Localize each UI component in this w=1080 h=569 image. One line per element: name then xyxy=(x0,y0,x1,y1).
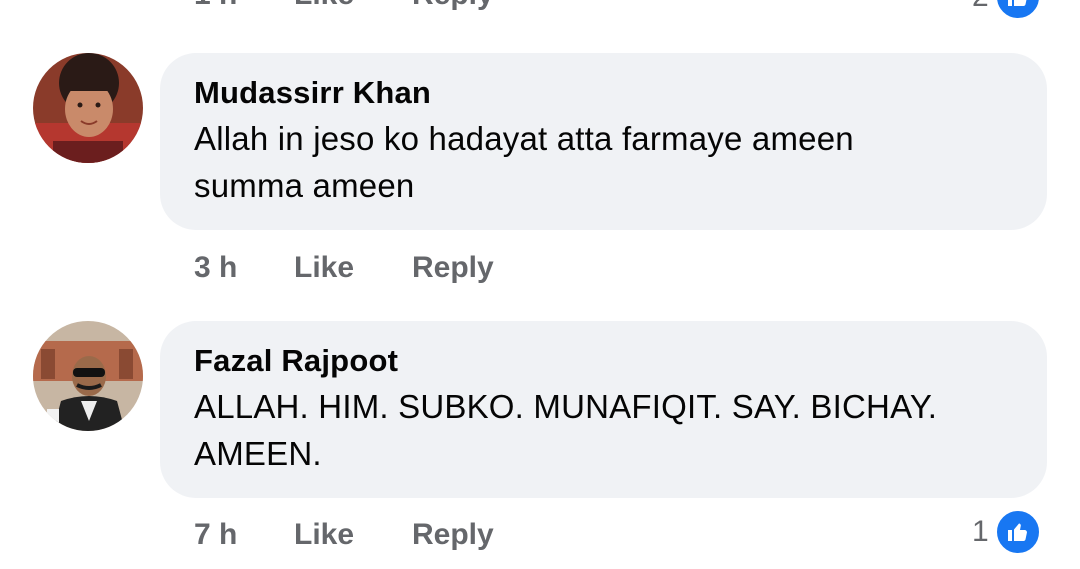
like-button[interactable]: Like xyxy=(294,0,354,12)
comment-actions: 3 h Like Reply xyxy=(0,248,1080,288)
avatar[interactable] xyxy=(33,321,143,431)
like-thumb-icon xyxy=(994,509,1041,555)
like-thumb-icon xyxy=(994,0,1041,20)
reply-button[interactable]: Reply xyxy=(412,515,494,555)
comments-thread: 1 h Like Reply 2 Mudassirr Khan Allah in… xyxy=(0,0,1080,569)
reaction-summary[interactable]: 2 xyxy=(972,0,1041,20)
comment-text: ALLAH. HIM. SUBKO. MUNAFIQIT. SAY. BICHA… xyxy=(194,388,938,425)
avatar[interactable] xyxy=(33,53,143,163)
comment-text: summa ameen xyxy=(194,167,415,204)
reply-button[interactable]: Reply xyxy=(412,0,494,12)
comment-text: AMEEN. xyxy=(194,435,322,472)
comment-timestamp[interactable]: 7 h xyxy=(194,515,237,555)
comment-bubble: Mudassirr Khan Allah in jeso ko hadayat … xyxy=(160,53,1047,230)
like-button[interactable]: Like xyxy=(294,515,354,555)
reaction-count: 2 xyxy=(972,0,989,17)
reaction-summary[interactable]: 1 xyxy=(972,509,1041,555)
comment-bubble: Fazal Rajpoot ALLAH. HIM. SUBKO. MUNAFIQ… xyxy=(160,321,1047,498)
comment-author[interactable]: Mudassirr Khan xyxy=(194,71,1013,115)
reply-button[interactable]: Reply xyxy=(412,248,494,288)
comment-actions: 7 h Like Reply 1 xyxy=(0,509,1080,555)
like-button[interactable]: Like xyxy=(294,248,354,288)
previous-comment-actions: 1 h Like Reply 2 xyxy=(0,0,1080,20)
comment-timestamp[interactable]: 3 h xyxy=(194,248,237,288)
comment-author[interactable]: Fazal Rajpoot xyxy=(194,339,1013,383)
comment-timestamp[interactable]: 1 h xyxy=(194,0,237,12)
reaction-count: 1 xyxy=(972,515,989,548)
comment-text: Allah in jeso ko hadayat atta farmaye am… xyxy=(194,120,854,157)
